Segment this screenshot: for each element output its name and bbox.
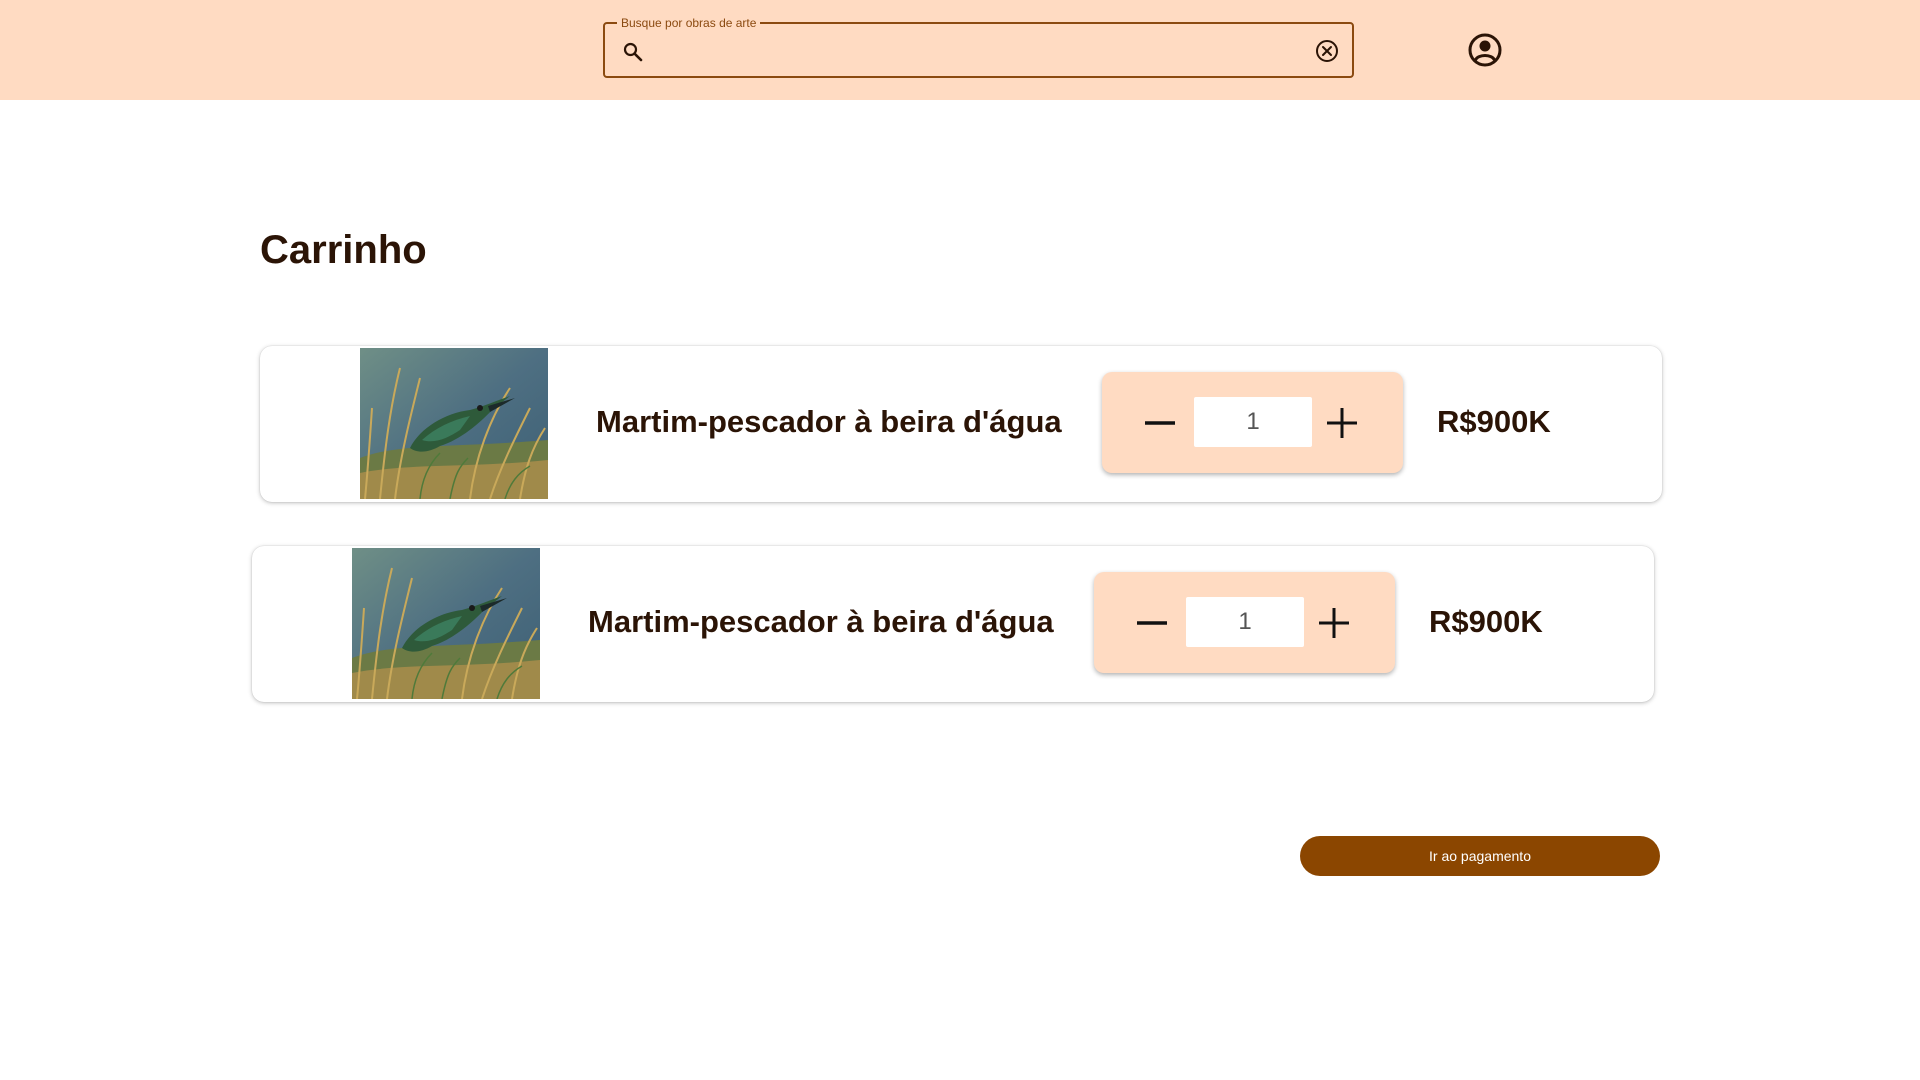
- cart-item: Martim-pescador à beira d'água R$900K: [252, 546, 1654, 702]
- search-label: Busque por obras de arte: [617, 15, 761, 31]
- quantity-stepper: [1102, 372, 1403, 473]
- cart-item: Martim-pescador à beira d'água R$900K: [260, 346, 1662, 502]
- search-input[interactable]: [655, 34, 1285, 66]
- top-app-bar: Busque por obras de arte: [0, 0, 1920, 100]
- item-price: R$900K: [1437, 404, 1551, 439]
- go-to-payment-button[interactable]: Ir ao pagamento: [1300, 836, 1660, 876]
- search-field[interactable]: Busque por obras de arte: [603, 15, 1354, 78]
- quantity-stepper: [1094, 572, 1395, 673]
- item-price: R$900K: [1429, 604, 1543, 639]
- quantity-input[interactable]: [1186, 597, 1304, 647]
- artwork-thumbnail[interactable]: [352, 548, 540, 699]
- account-circle-icon[interactable]: [1468, 33, 1502, 67]
- item-title: Martim-pescador à beira d'água: [588, 604, 1054, 639]
- artwork-thumbnail[interactable]: [360, 348, 548, 499]
- close-circle-icon[interactable]: [1314, 38, 1340, 64]
- quantity-input[interactable]: [1194, 397, 1312, 447]
- search-icon: [621, 40, 645, 64]
- page-title: Carrinho: [260, 228, 427, 272]
- item-title: Martim-pescador à beira d'água: [596, 404, 1062, 439]
- minus-icon[interactable]: [1134, 397, 1186, 449]
- minus-icon[interactable]: [1126, 597, 1178, 649]
- plus-icon[interactable]: [1316, 397, 1368, 449]
- plus-icon[interactable]: [1308, 597, 1360, 649]
